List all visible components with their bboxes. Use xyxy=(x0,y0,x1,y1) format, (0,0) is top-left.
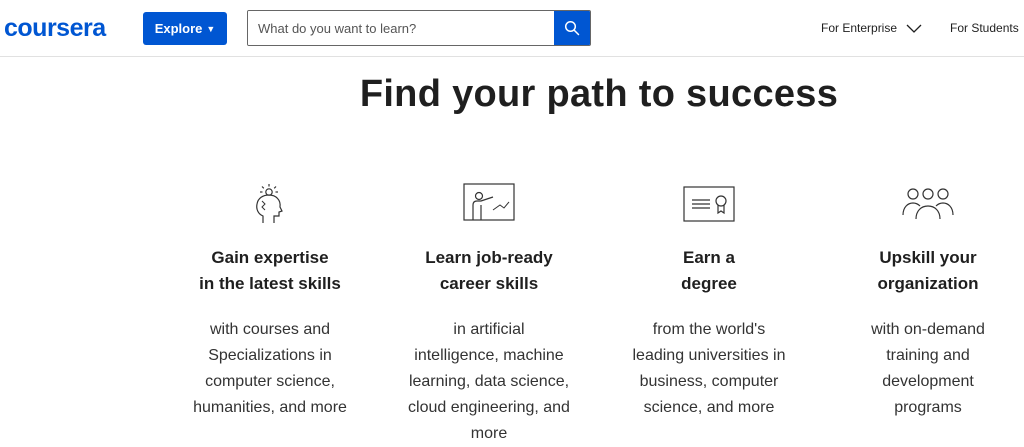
feature-description: with courses and Specializations in comp… xyxy=(193,321,347,416)
group-people-icon xyxy=(823,180,1024,228)
certificate-icon xyxy=(604,180,814,228)
for-enterprise-label: For Enterprise xyxy=(821,21,898,35)
feature-description: from the world's leading universities in… xyxy=(632,321,786,416)
for-students-label: For Students xyxy=(950,21,1019,35)
feature-description: with on-demand training and development … xyxy=(871,321,985,416)
feature-title: Learn job-ready career skills xyxy=(425,248,553,293)
explore-button[interactable]: Explore ▼ xyxy=(143,12,227,45)
feature-title: Upskill your organization xyxy=(877,248,979,293)
feature-title: Earn a degree xyxy=(681,248,737,293)
feature-description: in artificial intelligence, machine lear… xyxy=(408,321,570,442)
chevron-down-icon: ▼ xyxy=(206,23,216,34)
feature-card-degree: Earn a degree from the world's leading u… xyxy=(604,180,814,421)
for-students-link[interactable]: For Students xyxy=(950,21,1019,35)
search-bar xyxy=(247,10,591,46)
instructor-board-icon xyxy=(384,180,594,228)
feature-title: Gain expertise in the latest skills xyxy=(199,248,341,293)
search-icon xyxy=(564,20,580,36)
explore-button-label: Explore xyxy=(154,21,203,36)
search-input[interactable] xyxy=(248,11,554,45)
head-lightbulb-icon xyxy=(165,180,375,228)
coursera-logo[interactable]: coursera xyxy=(4,14,106,42)
page-headline: Find your path to success xyxy=(359,73,839,115)
feature-card-expertise: Gain expertise in the latest skills with… xyxy=(165,180,375,421)
feature-card-organization: Upskill your organization with on-demand… xyxy=(823,180,1024,421)
for-enterprise-link[interactable]: For Enterprise xyxy=(821,21,922,35)
feature-card-career-skills: Learn job-ready career skills in artific… xyxy=(384,180,594,447)
search-button[interactable] xyxy=(554,11,590,45)
top-navigation-bar: coursera Explore ▼ For Enterprise For St… xyxy=(0,0,1024,57)
chevron-down-icon xyxy=(906,24,922,33)
